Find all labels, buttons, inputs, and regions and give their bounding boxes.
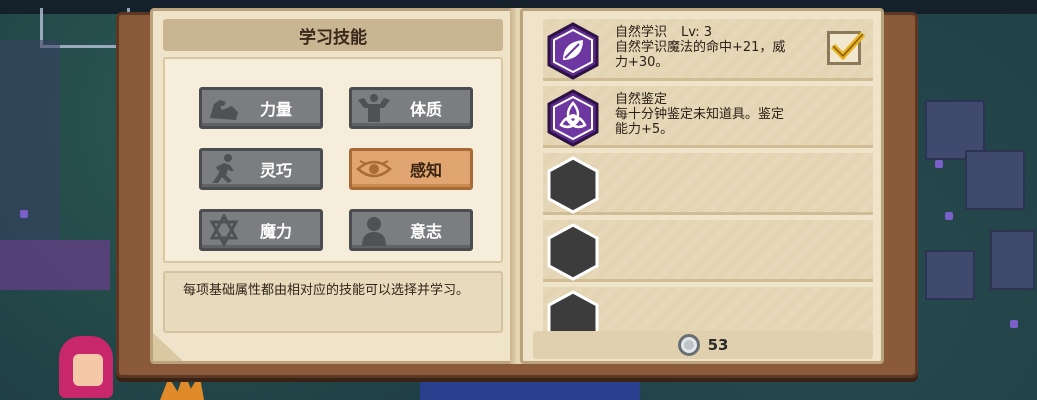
skill-info: 自然鉴定 每十分钟鉴定未知道具。鉴定 能力+5。 [615,92,815,137]
page-corner-curl [153,333,183,361]
locked-hex-icon [547,223,599,281]
skill-description: 自然学识魔法的命中+21，威 [615,40,786,55]
skill-description: 每十分钟鉴定未知道具。鉴定 [615,107,785,122]
skill-row-nature-identification[interactable]: 自然鉴定 每十分钟鉴定未知道具。鉴定 能力+5。 [543,86,873,148]
running-figure-icon [202,151,246,187]
skill-info: 自然学识 Lv: 3 自然学识魔法的命中+21，威 力+30。 [615,25,815,70]
leaf-icon [547,22,599,80]
attribute-button-willpower[interactable]: 意志 [349,209,473,251]
silver-coin-icon [677,334,700,356]
page-description: 每项基础属性都由相对应的技能可以选择并学习。 [163,271,503,333]
attribute-button-magic[interactable]: 魔力 [199,209,323,251]
attribute-button-strength[interactable]: 力量 [199,87,323,129]
skill-description-cont: 力+30。 [615,55,669,70]
silhouette-head-icon [352,212,396,248]
attribute-label: 意志 [409,222,442,241]
attribute-grid: 力量 体质 灵巧 感知 魔力 意志 [163,57,503,263]
bodybuilder-icon [352,90,396,126]
flower [945,212,953,220]
skill-row-locked [543,287,873,331]
skill-name: 自然学识 [615,25,668,40]
attribute-label: 感知 [409,161,442,180]
skill-enabled-checkbox[interactable] [827,31,865,65]
skill-row-locked [543,153,873,215]
water-tiles [420,382,640,400]
attribute-button-perception[interactable]: 感知 [349,148,473,190]
player-character [55,330,117,400]
locked-hex-icon [547,156,599,214]
skill-list-page: 自然学识 Lv: 3 自然学识魔法的命中+21，威 力+30。 自然鉴定 每十分… [520,8,884,364]
muscle-arm-icon [202,90,246,126]
stone-block [990,230,1035,290]
purple-tiles [0,240,110,290]
flower [20,210,28,218]
attribute-label: 灵巧 [259,161,292,180]
skill-description-cont: 能力+5。 [615,122,674,137]
stone-block [925,250,975,300]
currency-amount: 53 [707,336,729,354]
attribute-button-constitution[interactable]: 体质 [349,87,473,129]
locked-hex-icon [547,290,599,331]
skill-name: 自然鉴定 [615,92,668,107]
learn-skills-page: 学习技能 力量 体质 灵巧 感知 魔力 意志 每项基础属性都由相对应的技能可以选… [150,8,517,364]
skill-row-locked [543,220,873,282]
skill-row-nature-knowledge[interactable]: 自然学识 Lv: 3 自然学识魔法的命中+21，威 力+30。 [543,19,873,81]
attribute-label: 体质 [409,100,442,119]
skill-level: Lv: 3 [681,25,713,40]
triquetra-icon [547,89,599,147]
attribute-button-dexterity[interactable]: 灵巧 [199,148,323,190]
attribute-label: 魔力 [259,222,292,241]
eye-icon [352,151,396,187]
stone-block [965,150,1025,210]
flower [935,160,943,168]
stone-wall [0,40,60,240]
skill-list[interactable]: 自然学识 Lv: 3 自然学识魔法的命中+21，威 力+30。 自然鉴定 每十分… [543,19,873,331]
checkmark-icon [830,31,865,61]
hexagram-star-icon [202,212,246,248]
attribute-label: 力量 [259,100,292,119]
currency-display: 53 [533,331,873,359]
flower [1010,320,1018,328]
page-title: 学习技能 [163,19,503,51]
